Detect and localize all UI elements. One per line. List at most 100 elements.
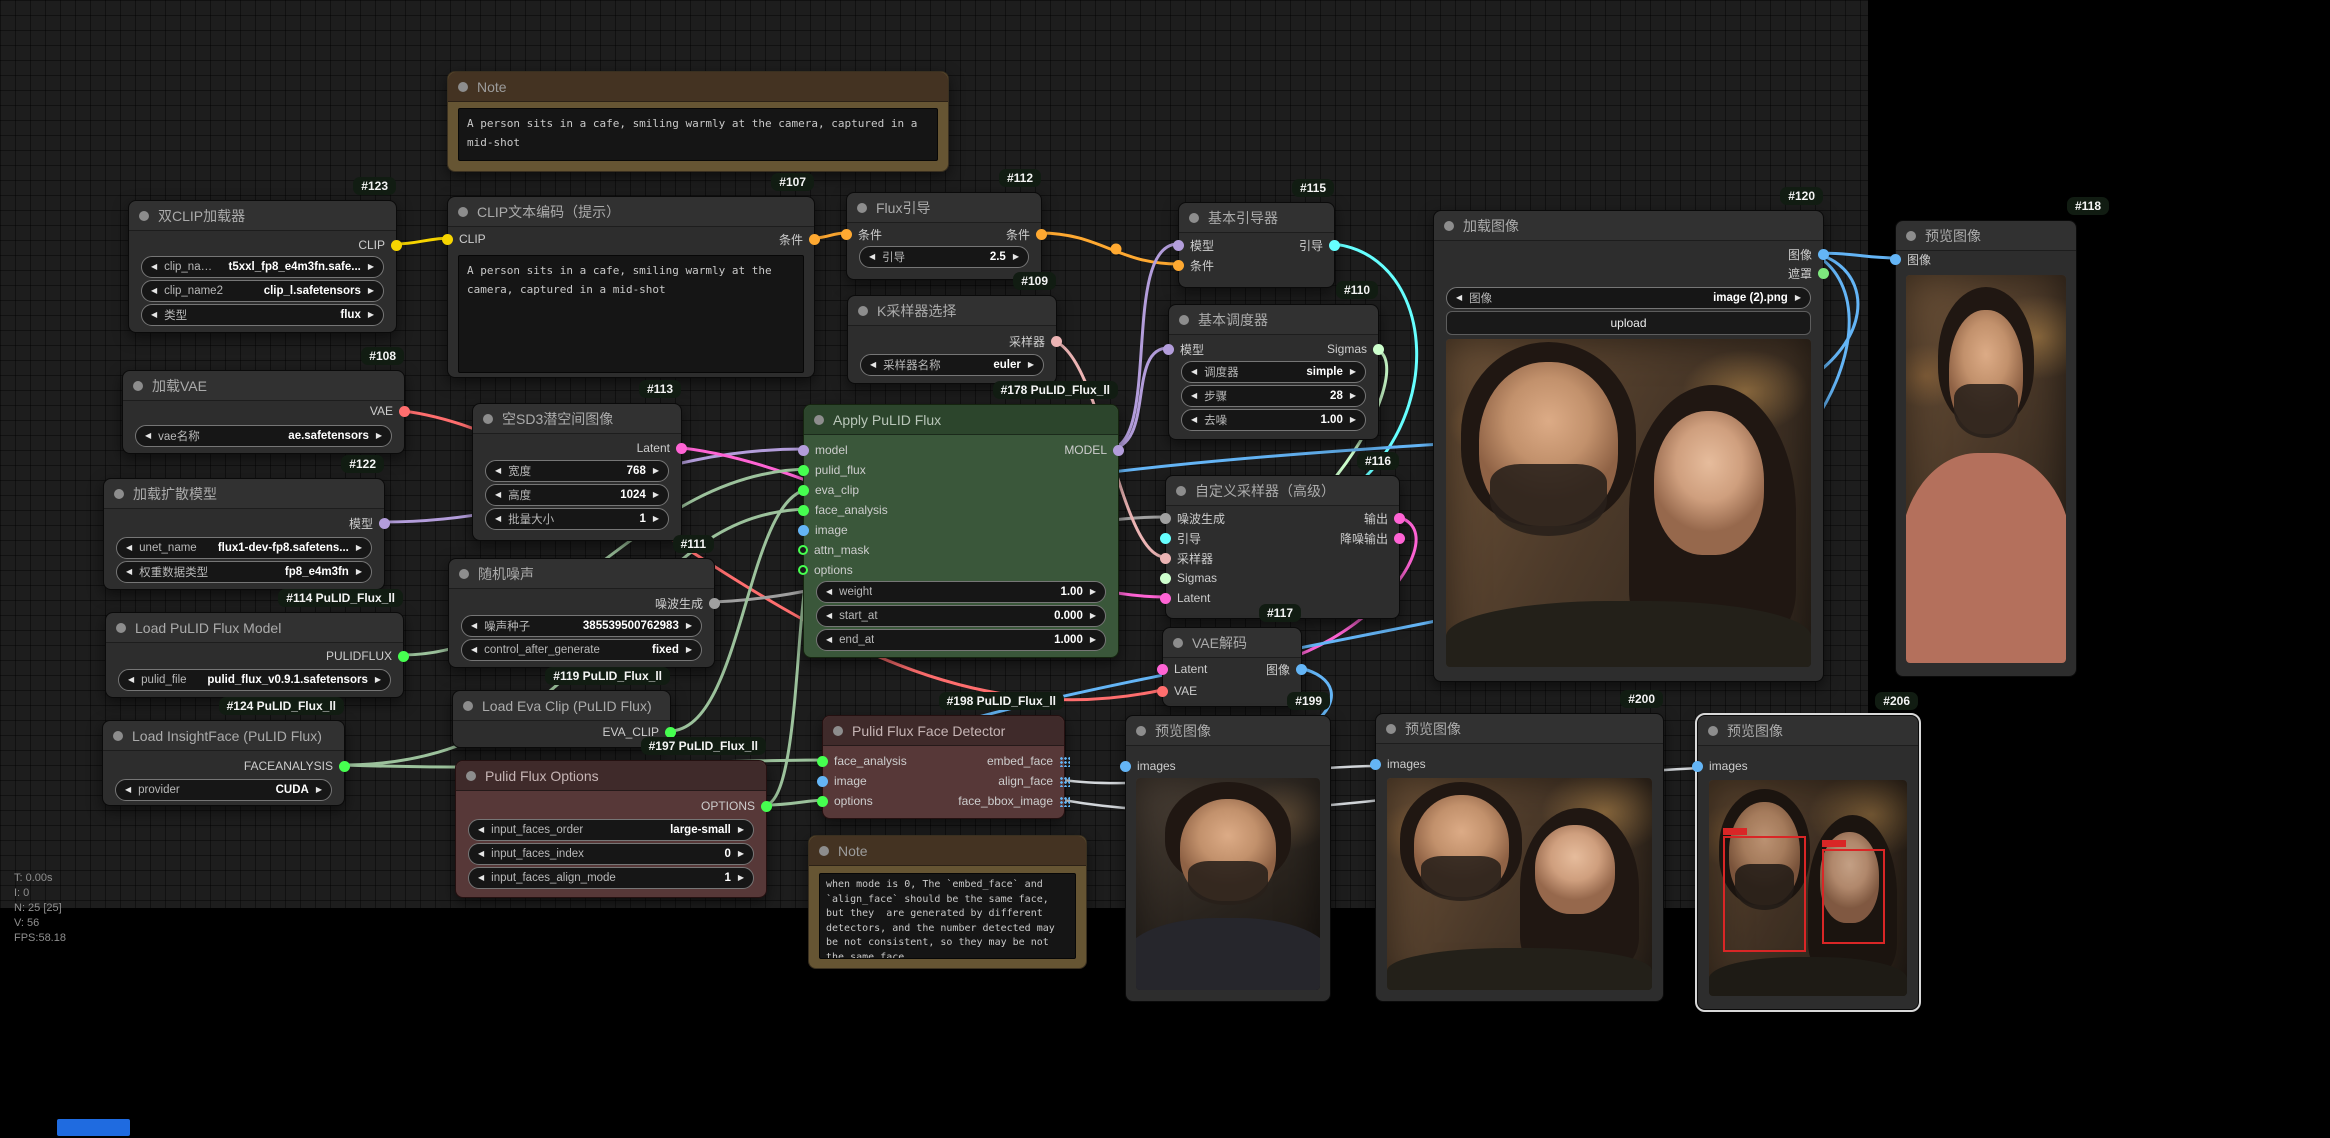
node-flux-guidance[interactable]: #112 Flux引导 条件 条件 ◀引导2.5▶ (846, 192, 1042, 280)
output-port-latent[interactable]: Latent (637, 441, 687, 455)
output-port-vae[interactable]: VAE (370, 404, 410, 418)
widget-start-at[interactable]: ◀start_at0.000▶ (816, 605, 1106, 627)
node-pulid-flux-face-detector[interactable]: #198 PuLID_Flux_ll Pulid Flux Face Detec… (822, 715, 1065, 819)
node-preview-image-200[interactable]: #200 预览图像 images (1375, 713, 1664, 1002)
widget-batch-size[interactable]: ◀批量大小1▶ (485, 508, 669, 530)
input-port-model[interactable]: 模型 (1173, 238, 1214, 252)
prev-arrow[interactable]: ◀ (1191, 392, 1197, 400)
input-port-attn-mask[interactable]: attn_mask (798, 543, 869, 557)
output-port-denoised[interactable]: 降噪输出 (1340, 531, 1405, 545)
widget-steps[interactable]: ◀步骤28▶ (1181, 385, 1366, 407)
output-port-face-bbox-image[interactable]: face_bbox_image (958, 794, 1070, 808)
node-preview-image-118[interactable]: #118 预览图像 图像 (1895, 220, 2077, 677)
node-pulid-flux-options[interactable]: #197 PuLID_Flux_ll Pulid Flux Options OP… (455, 760, 767, 898)
node-random-noise[interactable]: #111 随机噪声 噪波生成 ◀噪声种子385539500762983▶ ◀co… (448, 558, 715, 668)
note-text[interactable]: A person sits in a cafe, smiling warmly … (458, 108, 938, 161)
upload-button[interactable]: upload (1446, 311, 1811, 335)
collapse-dot[interactable] (1906, 231, 1916, 241)
collapse-dot[interactable] (483, 414, 493, 424)
collapse-dot[interactable] (1136, 726, 1146, 736)
output-port-image[interactable]: 图像 (1266, 662, 1307, 676)
prev-arrow[interactable]: ◀ (495, 515, 501, 523)
input-port-noise[interactable]: 噪波生成 (1160, 511, 1225, 525)
next-arrow[interactable]: ▶ (356, 544, 362, 552)
prev-arrow[interactable]: ◀ (128, 676, 134, 684)
next-arrow[interactable]: ▶ (1350, 416, 1356, 424)
widget-unet-name[interactable]: ◀unet_nameflux1-dev-fp8.safetens...▶ (116, 537, 372, 559)
output-port-noise[interactable]: 噪波生成 (655, 596, 720, 610)
widget-vae-name[interactable]: ◀vae名称ae.safetensors▶ (135, 425, 392, 447)
output-port-model[interactable]: 模型 (349, 516, 390, 530)
node-sampler-custom-advanced[interactable]: #116 自定义采样器（高级） 噪波生成 引导 采样器 Sigmas Laten… (1165, 475, 1400, 619)
output-port-mask[interactable]: 遮罩 (1788, 266, 1829, 280)
node-vae-decode[interactable]: #117 VAE解码 Latent VAE 图像 (1162, 627, 1302, 707)
next-arrow[interactable]: ▶ (316, 786, 322, 794)
next-arrow[interactable]: ▶ (738, 826, 744, 834)
prev-arrow[interactable]: ◀ (495, 491, 501, 499)
output-port-embed-face[interactable]: embed_face (987, 754, 1070, 768)
output-port-options[interactable]: OPTIONS (701, 799, 772, 813)
next-arrow[interactable]: ▶ (1350, 392, 1356, 400)
input-port-eva-clip[interactable]: eva_clip (798, 483, 859, 497)
input-port-images[interactable]: images (1370, 757, 1426, 771)
node-basic-scheduler[interactable]: #110 基本调度器 模型 Sigmas ◀调度器simple▶ ◀步骤28▶ … (1168, 304, 1379, 440)
next-arrow[interactable]: ▶ (738, 850, 744, 858)
prev-arrow[interactable]: ◀ (126, 544, 132, 552)
input-port-latent[interactable]: Latent (1160, 591, 1210, 605)
widget-input-faces-index[interactable]: ◀input_faces_index0▶ (468, 843, 754, 865)
prev-arrow[interactable]: ◀ (126, 568, 132, 576)
node-empty-sd3-latent[interactable]: #113 空SD3潜空间图像 Latent ◀宽度768▶ ◀高度1024▶ ◀… (472, 403, 682, 541)
prev-arrow[interactable]: ◀ (826, 588, 832, 596)
widget-provider[interactable]: ◀providerCUDA▶ (115, 779, 332, 801)
output-port-conditioning[interactable]: 条件 (1006, 227, 1047, 241)
node-basic-guider[interactable]: #115 基本引导器 模型 条件 引导 (1178, 202, 1335, 288)
prev-arrow[interactable]: ◀ (1191, 416, 1197, 424)
prev-arrow[interactable]: ◀ (870, 361, 876, 369)
taskbar-accent-button[interactable] (57, 1119, 130, 1136)
prev-arrow[interactable]: ◀ (826, 612, 832, 620)
next-arrow[interactable]: ▶ (356, 568, 362, 576)
collapse-dot[interactable] (1176, 486, 1186, 496)
note-text[interactable]: when mode is 0, The `embed_face` and `al… (819, 873, 1076, 959)
input-port-sampler[interactable]: 采样器 (1160, 551, 1213, 565)
collapse-dot[interactable] (458, 82, 468, 92)
node-note-top[interactable]: Note A person sits in a cafe, smiling wa… (447, 71, 949, 172)
node-clip-text-encode[interactable]: #107 CLIP文本编码（提示） CLIP 条件 A person sits … (447, 196, 815, 378)
widget-noise-seed[interactable]: ◀噪声种子385539500762983▶ (461, 615, 702, 637)
input-port-sigmas[interactable]: Sigmas (1160, 571, 1217, 585)
next-arrow[interactable]: ▶ (653, 515, 659, 523)
output-port-model[interactable]: MODEL (1064, 443, 1124, 457)
input-port-model[interactable]: model (798, 443, 848, 457)
prev-arrow[interactable]: ◀ (478, 874, 484, 882)
prev-arrow[interactable]: ◀ (151, 311, 157, 319)
node-apply-pulid-flux[interactable]: #178 PuLID_Flux_ll Apply PuLID Flux mode… (803, 404, 1119, 658)
widget-height[interactable]: ◀高度1024▶ (485, 484, 669, 506)
collapse-dot[interactable] (459, 569, 469, 579)
next-arrow[interactable]: ▶ (1090, 588, 1096, 596)
input-port-vae[interactable]: VAE (1157, 684, 1197, 698)
collapse-dot[interactable] (139, 211, 149, 221)
prev-arrow[interactable]: ◀ (151, 263, 157, 271)
prev-arrow[interactable]: ◀ (125, 786, 131, 794)
prompt-textarea[interactable]: A person sits in a cafe, smiling warmly … (458, 255, 804, 373)
output-port-image[interactable]: 图像 (1788, 247, 1829, 261)
next-arrow[interactable]: ▶ (375, 676, 381, 684)
widget-clip-name2[interactable]: ◀clip_name2clip_l.safetensors▶ (141, 280, 384, 302)
next-arrow[interactable]: ▶ (1090, 612, 1096, 620)
widget-clip-name1[interactable]: ◀clip_name1t5xxl_fp8_e4m3fn.safe...▶ (141, 256, 384, 278)
input-port-image[interactable]: image (798, 523, 848, 537)
collapse-dot[interactable] (1173, 638, 1183, 648)
input-port-pulid-flux[interactable]: pulid_flux (798, 463, 866, 477)
prev-arrow[interactable]: ◀ (471, 622, 477, 630)
collapse-dot[interactable] (1444, 221, 1454, 231)
next-arrow[interactable]: ▶ (686, 622, 692, 630)
input-port-images[interactable]: images (1120, 759, 1176, 773)
prev-arrow[interactable]: ◀ (478, 850, 484, 858)
node-load-diffusion-model[interactable]: #122 加载扩散模型 模型 ◀unet_nameflux1-dev-fp8.s… (103, 478, 385, 590)
node-dualclip-loader[interactable]: #123 双CLIP加载器 CLIP ◀clip_name1t5xxl_fp8_… (128, 200, 397, 333)
prev-arrow[interactable]: ◀ (495, 467, 501, 475)
prev-arrow[interactable]: ◀ (869, 253, 875, 261)
input-port-face-analysis[interactable]: face_analysis (798, 503, 888, 517)
input-port-clip[interactable]: CLIP (442, 232, 486, 246)
collapse-dot[interactable] (819, 846, 829, 856)
